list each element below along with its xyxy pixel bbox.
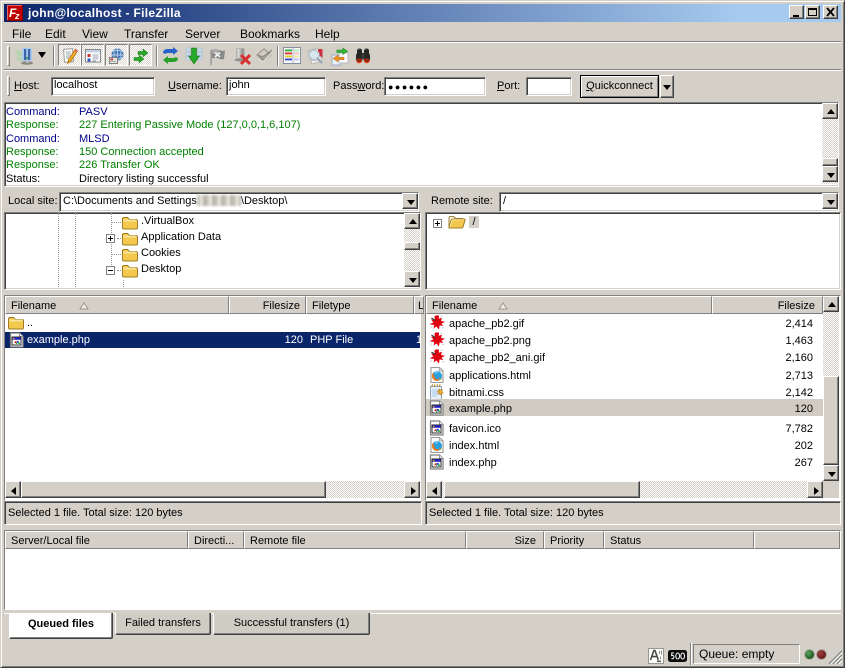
svg-text:z: z bbox=[14, 11, 20, 21]
